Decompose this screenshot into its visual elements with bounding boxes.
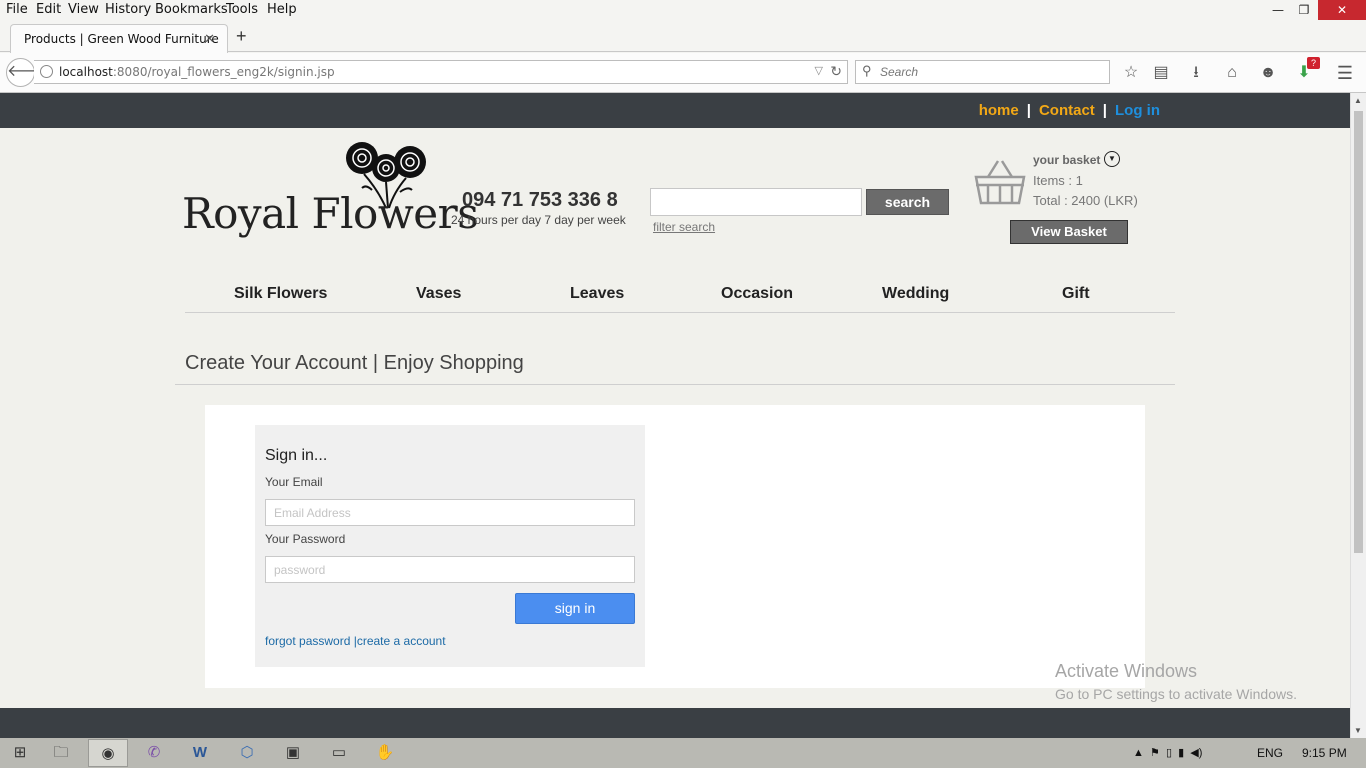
menu-edit[interactable]: Edit [36, 2, 61, 17]
language-indicator[interactable]: ENG [1257, 746, 1283, 760]
heading-divider [175, 384, 1175, 385]
url-text: localhost:8080/royal_flowers_eng2k/signi… [59, 65, 335, 79]
bookmark-star-icon[interactable]: ☆ [1120, 62, 1142, 84]
back-arrow-icon[interactable]: 🡐 [6, 58, 50, 87]
globe-icon [40, 65, 53, 78]
basket-items: Items : 1 [1033, 173, 1083, 188]
site-search-button[interactable]: search [866, 189, 949, 215]
search-icon: ⚲ [862, 63, 872, 78]
content-card: Sign in... Your Email Your Password sign… [205, 405, 1145, 688]
category-nav: Silk Flowers Vases Leaves Occasion Weddi… [185, 278, 1175, 313]
url-bar[interactable]: localhost:8080/royal_flowers_eng2k/signi… [34, 60, 848, 84]
menu-history[interactable]: History [105, 2, 151, 17]
url-dropdown-icon[interactable]: ▽ [815, 64, 823, 77]
phone-number: 094 71 753 336 8 [462, 189, 618, 211]
account-links[interactable]: forgot password |create a account [265, 634, 446, 648]
hamburger-menu-icon[interactable]: ☰ [1334, 62, 1356, 84]
nav-home-link[interactable]: home [979, 102, 1019, 119]
download-badge: ? [1307, 57, 1320, 69]
scroll-down-icon[interactable]: ▼ [1354, 726, 1362, 735]
menu-bar: File Edit View History Bookmarks Tools H… [0, 0, 1366, 20]
chevron-down-icon[interactable]: ▼ [1104, 151, 1120, 167]
new-tab-icon[interactable]: + [236, 26, 247, 47]
menu-help[interactable]: Help [267, 2, 297, 17]
scroll-up-icon[interactable]: ▲ [1354, 96, 1362, 105]
chat-icon[interactable]: ☻ [1257, 62, 1279, 84]
reading-list-icon[interactable]: ▤ [1150, 62, 1172, 84]
email-label: Your Email [265, 475, 323, 489]
category-leaves[interactable]: Leaves [570, 285, 624, 303]
nav-separator: | [1026, 102, 1031, 119]
tab-title: Products | Green Wood Furniture [24, 32, 219, 46]
menu-tools[interactable]: Tools [226, 2, 258, 17]
browser-chrome: File Edit View History Bookmarks Tools H… [0, 0, 1366, 93]
category-vases[interactable]: Vases [416, 285, 461, 303]
hours-text: 24 hours per day 7 day per week [451, 213, 626, 227]
reload-icon[interactable]: ↻ [830, 63, 842, 80]
nav-separator: | [1102, 102, 1107, 119]
browser-search-placeholder: Search [880, 65, 919, 79]
password-field[interactable] [265, 556, 635, 583]
sign-in-button[interactable]: sign in [515, 593, 635, 624]
view-basket-button[interactable]: View Basket [1010, 220, 1128, 244]
category-silk-flowers[interactable]: Silk Flowers [234, 285, 327, 303]
basket-title: your basket [1033, 153, 1101, 167]
taskbar: ⊞ 🗀 ◉ ✆ W ⬡ ▣ ▭ ✋ ▲ ⚑ ▯ ▮ ◀) ENG 9:15 PM [0, 738, 1366, 768]
clock[interactable]: 9:15 PM [1302, 746, 1347, 760]
home-icon[interactable]: ⌂ [1221, 62, 1243, 84]
signin-panel: Sign in... Your Email Your Password sign… [255, 425, 645, 667]
viber-icon[interactable]: ✆ [134, 739, 174, 767]
category-gift[interactable]: Gift [1062, 285, 1090, 303]
top-nav: home | Contact | Log in [979, 102, 1160, 119]
logo-text[interactable]: Royal Flowers [182, 189, 479, 238]
word-icon[interactable]: W [180, 739, 220, 767]
site-search-input[interactable] [650, 188, 862, 216]
file-explorer-icon[interactable]: 🗀 [41, 739, 81, 767]
close-window-icon[interactable]: ✕ [1318, 0, 1366, 20]
download-icon[interactable]: ⭳ [1185, 62, 1207, 84]
web-page: home | Contact | Log in Royal Flowers 094 71… [0, 93, 1350, 738]
category-occasion[interactable]: Occasion [721, 285, 793, 303]
start-windows-icon[interactable]: ⊞ [0, 739, 40, 767]
activate-windows-watermark: Activate Windows Go to PC settings to ac… [1055, 661, 1297, 702]
restore-icon[interactable]: ❐ [1290, 0, 1318, 20]
email-field[interactable] [265, 499, 635, 526]
watermark-line1: Activate Windows [1055, 661, 1198, 681]
remote-desktop-icon[interactable]: ▭ [319, 739, 359, 767]
basket-icon [974, 160, 1026, 205]
navigation-bar: 🡐 localhost:8080/royal_flowers_eng2k/sig… [0, 53, 1366, 93]
scroll-thumb[interactable] [1354, 111, 1363, 553]
tab-bar: Products | Green Wood Furniture ✕ + [0, 20, 1366, 53]
virtualbox-icon[interactable]: ⬡ [227, 739, 267, 767]
menu-bookmarks[interactable]: Bookmarks [155, 2, 228, 17]
firefox-icon[interactable]: ◉ [88, 739, 128, 767]
site-footer [0, 708, 1350, 738]
menu-view[interactable]: View [68, 2, 99, 17]
password-label: Your Password [265, 532, 346, 546]
filter-search-link[interactable]: filter search [653, 220, 715, 234]
browser-search-input[interactable]: ⚲ Search [855, 60, 1110, 84]
site-top-bar: home | Contact | Log in [0, 93, 1350, 128]
watermark-line2: Go to PC settings to activate Windows. [1055, 686, 1297, 702]
page-heading: Create Your Account | Enjoy Shopping [185, 352, 524, 374]
nav-login-link[interactable]: Log in [1115, 102, 1160, 119]
tab-close-icon[interactable]: ✕ [204, 31, 215, 47]
signin-title: Sign in... [265, 447, 328, 464]
minimize-icon[interactable]: — [1264, 0, 1292, 20]
vertical-scrollbar[interactable]: ▲ ▼ [1350, 93, 1366, 738]
photos-icon[interactable]: ▣ [273, 739, 313, 767]
browser-tab[interactable]: Products | Green Wood Furniture ✕ [10, 24, 228, 53]
category-wedding[interactable]: Wedding [882, 285, 949, 303]
nav-contact-link[interactable]: Contact [1039, 102, 1095, 119]
basket-total: Total : 2400 (LKR) [1033, 193, 1138, 208]
system-tray-icons[interactable]: ▲ ⚑ ▯ ▮ ◀) [1133, 746, 1202, 759]
paint-icon[interactable]: ✋ [365, 739, 405, 767]
menu-file[interactable]: File [6, 2, 28, 17]
